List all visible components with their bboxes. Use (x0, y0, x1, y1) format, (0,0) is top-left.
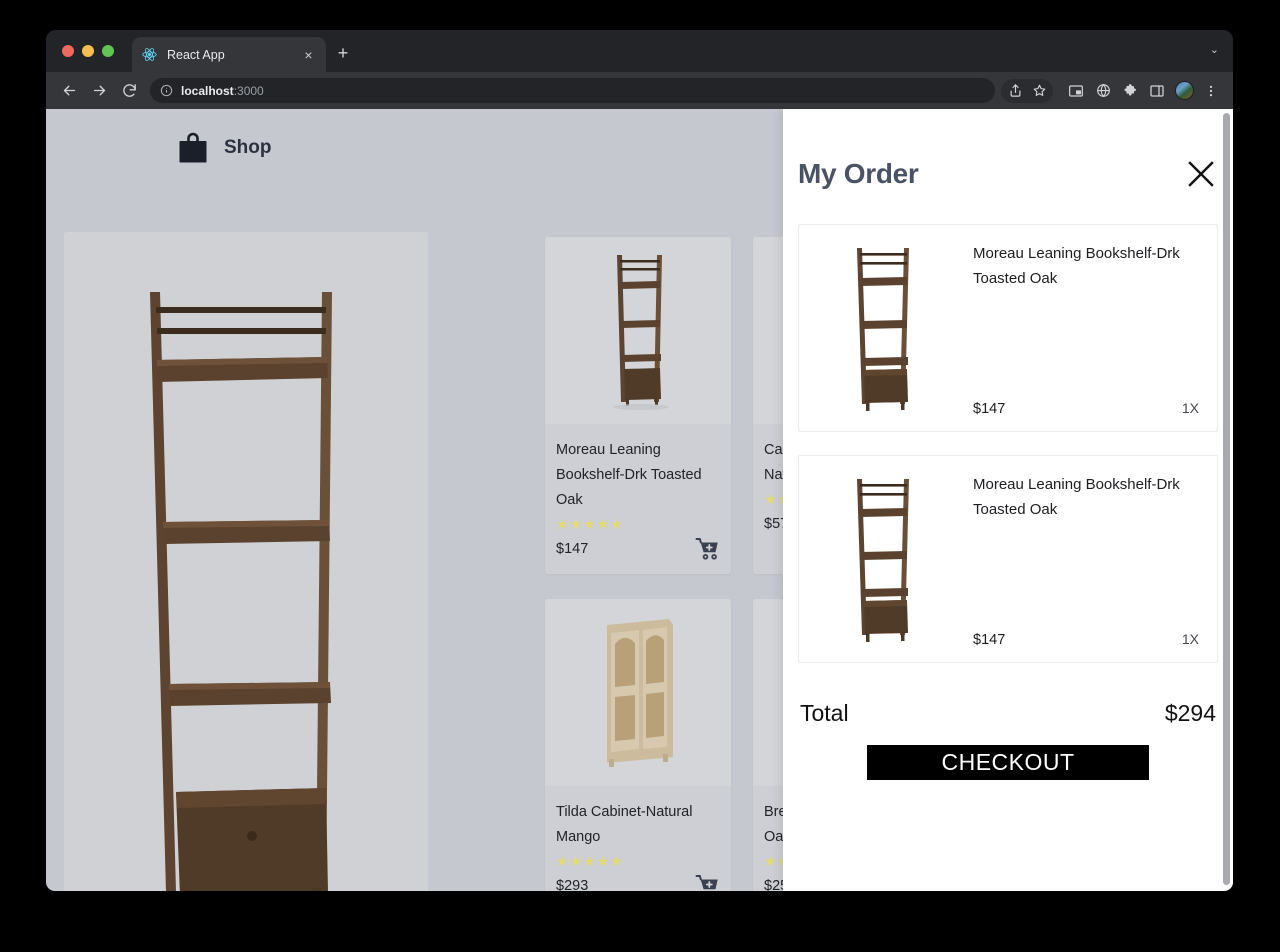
order-item-info: Moreau Leaning Bookshelf-Drk Toasted Oak… (959, 468, 1203, 650)
maximize-window-button[interactable] (102, 45, 114, 57)
order-item-footer: $147 1X (973, 631, 1203, 648)
drawer-title: My Order (798, 158, 919, 189)
hero-product-image[interactable] (64, 232, 428, 891)
extensions-puzzle-icon[interactable] (1118, 79, 1142, 103)
address-bar[interactable]: localhost:3000 (150, 78, 995, 103)
add-to-cart-icon[interactable] (695, 537, 720, 561)
browser-toolbar: localhost:3000 (46, 72, 1233, 109)
order-items: Moreau Leaning Bookshelf-Drk Toasted Oak… (798, 224, 1218, 686)
order-item-footer: $147 1X (973, 400, 1203, 417)
close-icon[interactable] (1186, 159, 1216, 189)
url-port: :3000 (233, 83, 264, 98)
product-rating: ★★★★★ (556, 853, 624, 869)
profile-circle-icon[interactable] (1091, 79, 1115, 103)
order-item-price: $147 (973, 401, 1006, 417)
drawer-header: My Order (798, 109, 1218, 190)
product-price: $293 (556, 878, 589, 891)
order-item: Moreau Leaning Bookshelf-Drk Toasted Oak… (798, 455, 1218, 663)
product-body: Tilda Cabinet-Natural Mango ★★★★★ $293 (545, 786, 731, 891)
new-tab-button[interactable]: + (332, 43, 354, 65)
tab-title: React App (167, 47, 225, 62)
chevron-down-icon[interactable]: ⌄ (1210, 43, 1219, 56)
page-viewport: Shop Moreau Leaning Bookshelf-Drk Toaste… (46, 109, 1233, 891)
share-bookmark-group (1001, 78, 1053, 103)
total-label: Total (800, 700, 849, 726)
product-image (545, 237, 731, 424)
order-drawer: My Order Moreau Leaning Bookshelf-Drk To… (783, 109, 1233, 891)
product-price: $147 (556, 541, 589, 557)
tab-strip: React App × + ⌄ (46, 30, 1233, 72)
site-info-icon[interactable] (160, 84, 173, 97)
order-total-row: Total $294 (798, 686, 1218, 727)
close-window-button[interactable] (62, 45, 74, 57)
bookshelf-illustration (64, 232, 428, 891)
order-item-quantity: 1X (1181, 631, 1199, 647)
side-panel-icon[interactable] (1145, 79, 1169, 103)
shop-header: Shop (178, 132, 272, 164)
order-item: Moreau Leaning Bookshelf-Drk Toasted Oak… (798, 224, 1218, 432)
kebab-menu-icon[interactable] (1199, 79, 1223, 103)
back-icon[interactable] (56, 78, 82, 104)
react-logo-icon (142, 48, 157, 61)
product-body: Moreau Leaning Bookshelf-Drk Toasted Oak… (545, 424, 731, 574)
order-item-name: Moreau Leaning Bookshelf-Drk Toasted Oak (973, 245, 1180, 287)
window-controls (62, 45, 114, 57)
cabinet-thumbnail-icon (545, 599, 731, 786)
browser-tab[interactable]: React App × (132, 37, 326, 72)
share-icon[interactable] (1003, 79, 1027, 103)
product-image (545, 599, 731, 786)
bookshelf-thumbnail-icon (809, 237, 959, 419)
order-item-price: $147 (973, 632, 1006, 648)
page-title: Shop (224, 137, 272, 158)
url-text: localhost:3000 (181, 84, 264, 98)
picture-in-picture-icon[interactable] (1064, 79, 1088, 103)
bookmark-star-icon[interactable] (1027, 79, 1051, 103)
avatar[interactable] (1172, 79, 1196, 103)
bookshelf-thumbnail-icon (809, 468, 959, 650)
shopping-bag-icon (179, 132, 207, 163)
reload-icon[interactable] (116, 78, 142, 104)
close-tab-button[interactable]: × (300, 46, 317, 63)
order-item-quantity: 1X (1181, 400, 1199, 416)
toolbar-icons (1001, 78, 1223, 103)
product-footer: $147 (556, 537, 720, 561)
browser-window: React App × + ⌄ localhost:3000 Shop More… (46, 30, 1233, 891)
product-card[interactable]: Tilda Cabinet-Natural Mango ★★★★★ $293 (545, 599, 731, 891)
total-value: $294 (1164, 700, 1216, 726)
product-rating: ★★★★★ (556, 516, 624, 532)
product-name: Tilda Cabinet-Natural Mango (556, 804, 693, 845)
order-item-name: Moreau Leaning Bookshelf-Drk Toasted Oak (973, 476, 1180, 518)
url-host: localhost (181, 83, 234, 98)
minimize-window-button[interactable] (82, 45, 94, 57)
product-footer: $293 (556, 874, 720, 891)
order-item-image (809, 237, 959, 419)
forward-icon[interactable] (86, 78, 112, 104)
add-to-cart-icon[interactable] (695, 874, 720, 891)
checkout-button[interactable]: CHECKOUT (867, 745, 1149, 780)
order-item-info: Moreau Leaning Bookshelf-Drk Toasted Oak… (959, 237, 1203, 419)
product-card[interactable]: Moreau Leaning Bookshelf-Drk Toasted Oak… (545, 237, 731, 574)
order-item-image (809, 468, 959, 650)
page-scrollbar[interactable] (1223, 113, 1230, 885)
bookshelf-thumbnail-icon (545, 237, 731, 424)
product-name: Moreau Leaning Bookshelf-Drk Toasted Oak (556, 442, 702, 508)
